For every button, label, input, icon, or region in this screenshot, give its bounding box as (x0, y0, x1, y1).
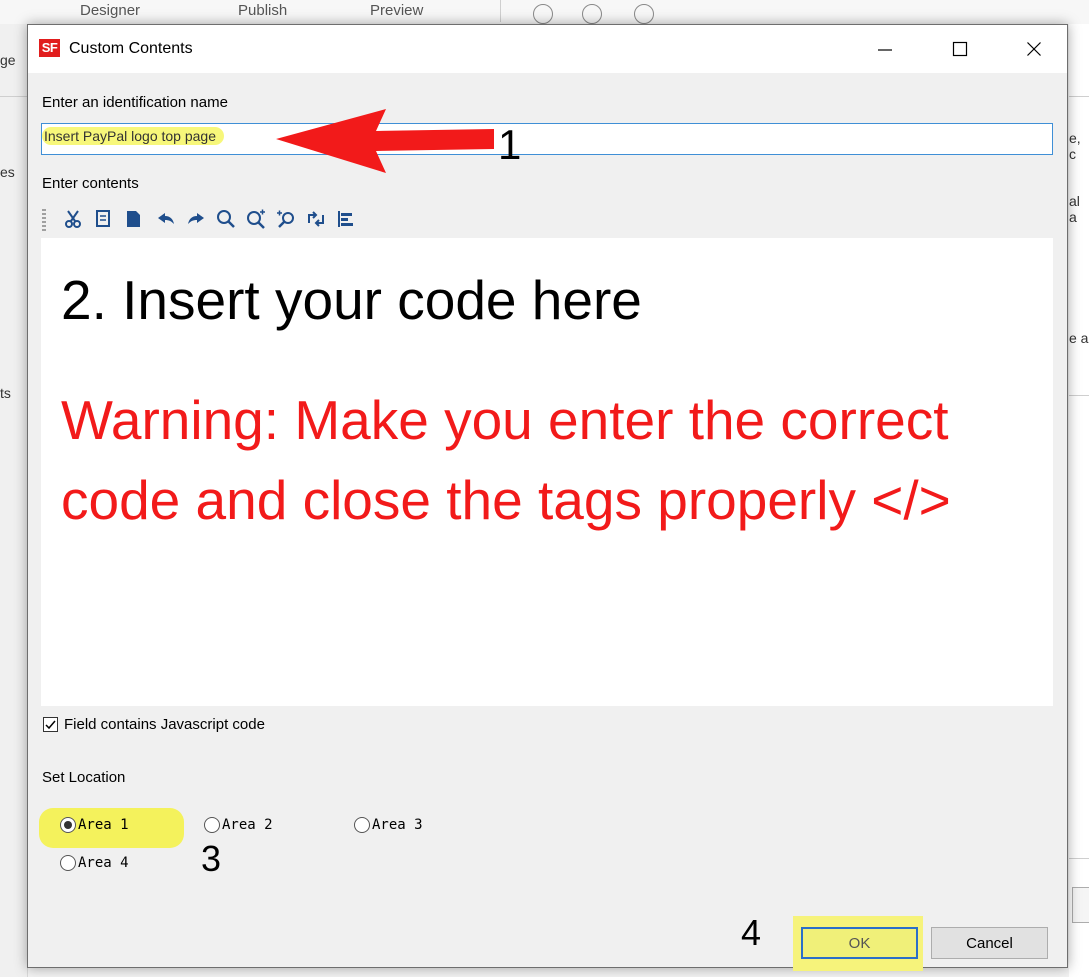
right-panel-divider (1069, 858, 1089, 859)
redo-icon[interactable] (184, 207, 208, 231)
contents-editor[interactable]: 2. Insert your code here Warning: Make y… (41, 238, 1053, 706)
minimize-icon (877, 49, 892, 51)
contents-label: Enter contents (42, 175, 139, 192)
ok-button[interactable]: OK (801, 927, 918, 959)
search-icon[interactable] (214, 207, 238, 231)
javascript-checkbox[interactable] (43, 717, 58, 732)
right-fragment: al a (1069, 193, 1080, 225)
dialog-title: Custom Contents (69, 40, 193, 57)
left-fragment: ge (0, 52, 16, 68)
replace-icon[interactable] (274, 207, 298, 231)
radio-area-4[interactable]: Area 4 (60, 855, 129, 871)
designer-tab[interactable]: Designer (80, 2, 140, 19)
align-icon[interactable] (334, 207, 358, 231)
right-panel-button[interactable] (1072, 887, 1089, 923)
right-panel-divider (1069, 96, 1089, 97)
left-fragment: ts (0, 385, 11, 401)
radio-label: Area 4 (78, 855, 129, 871)
title-bar[interactable]: SF Custom Contents (28, 25, 1067, 73)
undo-icon[interactable] (154, 207, 178, 231)
radio-area-2[interactable]: Area 2 (204, 817, 273, 833)
radio-button[interactable] (204, 817, 220, 833)
name-label: Enter an identification name (42, 94, 228, 111)
close-icon (1026, 42, 1041, 56)
refresh-icon[interactable] (634, 4, 654, 24)
right-fragment: e, c (1069, 130, 1081, 162)
back-icon[interactable] (533, 4, 553, 24)
javascript-checkbox-label: Field contains Javascript code (64, 716, 265, 733)
radio-label: Area 2 (222, 817, 273, 833)
close-button[interactable] (1006, 25, 1061, 73)
paste-icon[interactable] (122, 207, 146, 231)
preview-tab[interactable]: Preview (370, 2, 423, 19)
radio-label: Area 3 (372, 817, 423, 833)
checkmark-icon (45, 720, 56, 730)
forward-icon[interactable] (582, 4, 602, 24)
background-right-panel (1069, 24, 1089, 977)
left-panel-divider (0, 96, 27, 97)
zoom-in-icon[interactable] (244, 207, 268, 231)
location-label: Set Location (42, 769, 126, 786)
name-input-value: Insert PayPal logo top page (42, 127, 225, 150)
radio-button[interactable] (354, 817, 370, 833)
background-toolbar: Designer Publish Preview (0, 0, 1089, 24)
radio-area-1[interactable]: Area 1 (60, 817, 129, 833)
right-panel-divider (1069, 395, 1089, 396)
cancel-button[interactable]: Cancel (931, 927, 1048, 959)
annotation-step-4: 4 (741, 912, 762, 953)
radio-area-3[interactable]: Area 3 (354, 817, 423, 833)
right-fragment: e a (1069, 330, 1089, 346)
radio-button[interactable] (60, 855, 76, 871)
custom-contents-dialog: SF Custom Contents Enter an identificati… (27, 24, 1068, 971)
name-value-highlight: Insert PayPal logo top page (42, 127, 225, 145)
toolbar-separator (500, 0, 501, 22)
editor-instruction: 2. Insert your code here (61, 269, 642, 331)
copy-icon[interactable] (92, 207, 116, 231)
maximize-icon (952, 41, 967, 57)
maximize-button[interactable] (932, 25, 987, 73)
app-logo-icon: SF (39, 39, 60, 57)
radio-label: Area 1 (78, 817, 129, 833)
radio-button[interactable] (60, 817, 76, 833)
annotation-step-3: 3 (201, 838, 222, 879)
publish-tab[interactable]: Publish (238, 2, 287, 19)
minimize-button[interactable] (857, 25, 912, 73)
wrap-icon[interactable] (304, 207, 328, 231)
left-fragment: es (0, 164, 15, 180)
annotation-arrow-icon (276, 109, 494, 173)
annotation-step-1: 1 (498, 121, 522, 168)
editor-warning: Warning: Make you enter the correct code… (61, 389, 951, 531)
cut-icon[interactable] (62, 207, 86, 231)
toolbar-grip[interactable] (42, 209, 46, 231)
